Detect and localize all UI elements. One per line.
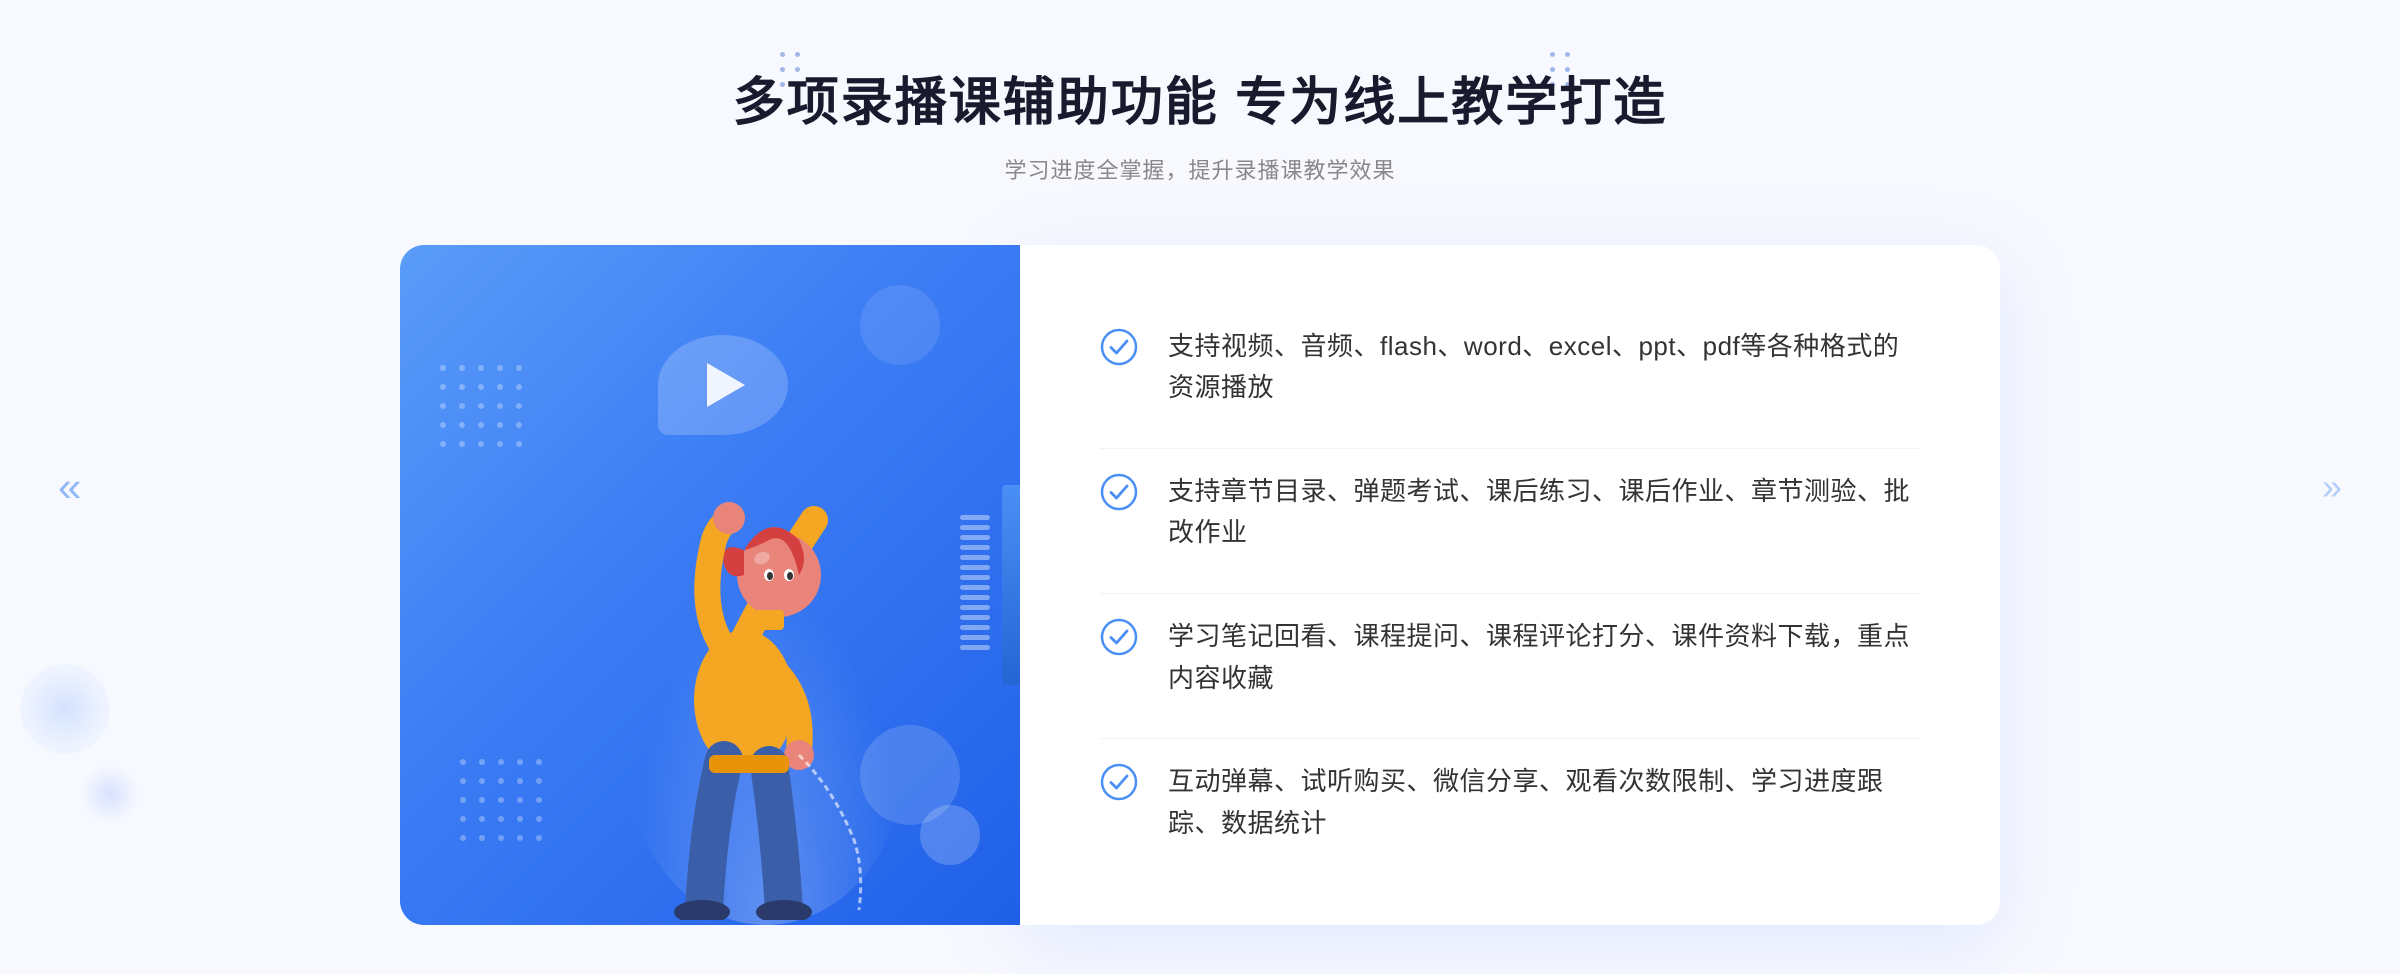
check-icon-3 bbox=[1100, 618, 1138, 656]
features-card: 支持视频、音频、flash、word、excel、ppt、pdf等各种格式的资源… bbox=[1020, 245, 2000, 925]
illus-dots-top bbox=[440, 365, 526, 451]
blob-decoration-2 bbox=[80, 764, 140, 824]
check-icon-4 bbox=[1100, 763, 1138, 801]
feature-text-3: 学习笔记回看、课程提问、课程评论打分、课件资料下载，重点内容收藏 bbox=[1168, 616, 1920, 699]
circle-decoration-3 bbox=[860, 285, 940, 365]
feature-item-3: 学习笔记回看、课程提问、课程评论打分、课件资料下载，重点内容收藏 bbox=[1100, 593, 1920, 721]
chevron-left-icon: « bbox=[58, 463, 73, 511]
check-icon-2 bbox=[1100, 473, 1138, 511]
play-icon bbox=[707, 363, 745, 407]
feature-item-1: 支持视频、音频、flash、word、excel、ppt、pdf等各种格式的资源… bbox=[1100, 304, 1920, 431]
feature-text-2: 支持章节目录、弹题考试、课后练习、课后作业、章节测验、批改作业 bbox=[1168, 471, 1920, 554]
subtitle: 学习进度全掌握，提升录播课教学效果 bbox=[733, 153, 1667, 185]
feature-item-4: 互动弹幕、试听购买、微信分享、观看次数限制、学习进度跟踪、数据统计 bbox=[1100, 738, 1920, 866]
illustration-figure bbox=[614, 420, 934, 925]
stripe-bar-decoration bbox=[960, 515, 990, 655]
page-wrapper: 多项录播课辅助功能 专为线上教学打造 学习进度全掌握，提升录播课教学效果 « » bbox=[0, 0, 2400, 974]
feature-text-4: 互动弹幕、试听购买、微信分享、观看次数限制、学习进度跟踪、数据统计 bbox=[1168, 761, 1920, 844]
illus-dots-bottom bbox=[460, 759, 546, 845]
chevron-right-icon: » bbox=[2322, 466, 2342, 508]
feature-item-2: 支持章节目录、弹题考试、课后练习、课后作业、章节测验、批改作业 bbox=[1100, 448, 1920, 576]
blue-tab-decoration bbox=[1002, 485, 1020, 685]
feature-text-1: 支持视频、音频、flash、word、excel、ppt、pdf等各种格式的资源… bbox=[1168, 326, 1920, 409]
illustration-card bbox=[400, 245, 1020, 925]
check-icon-1 bbox=[1100, 328, 1138, 366]
content-area: 支持视频、音频、flash、word、excel、ppt、pdf等各种格式的资源… bbox=[400, 245, 2000, 925]
blob-decoration-1 bbox=[20, 664, 110, 754]
header: 多项录播课辅助功能 专为线上教学打造 学习进度全掌握，提升录播课教学效果 bbox=[733, 60, 1667, 185]
main-title: 多项录播课辅助功能 专为线上教学打造 bbox=[733, 60, 1667, 135]
